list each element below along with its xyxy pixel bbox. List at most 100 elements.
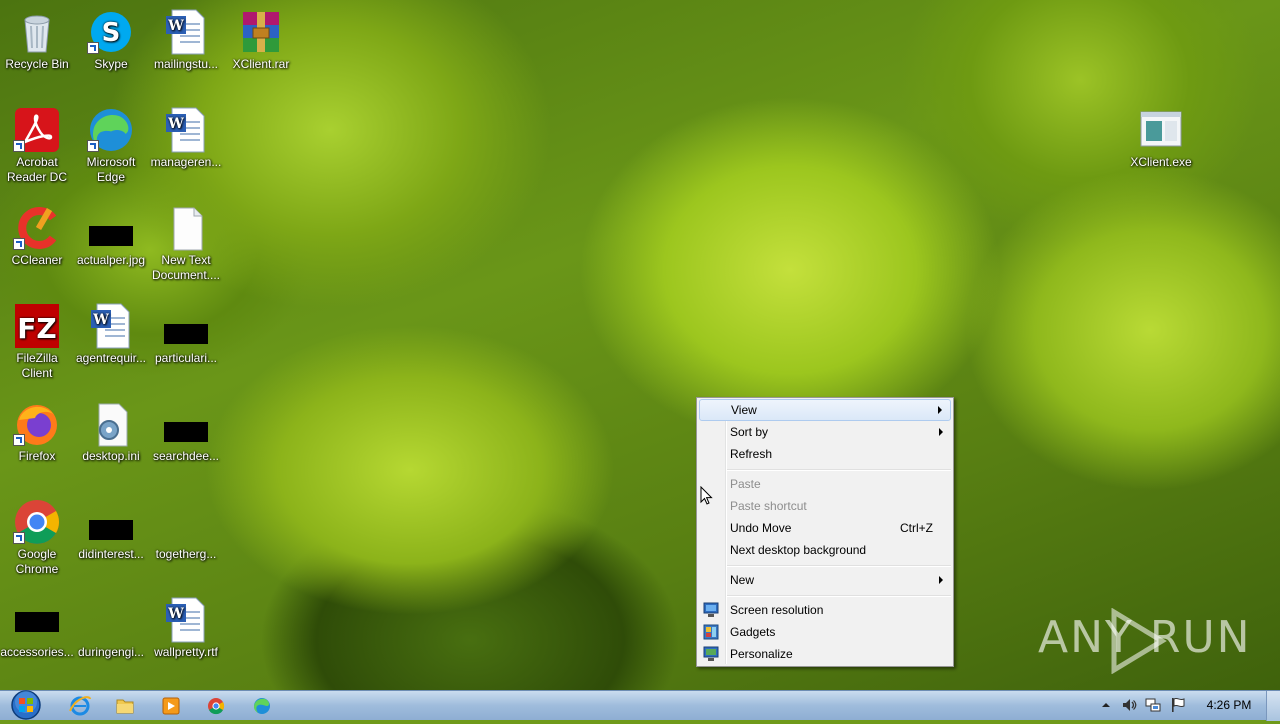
start-button[interactable] <box>4 689 48 721</box>
icon-label: Acrobat Reader DC <box>6 155 68 184</box>
monitor-icon <box>703 602 719 618</box>
menu-item-paste[interactable]: Paste <box>699 473 951 495</box>
icon-label: actualper.jpg <box>76 253 146 267</box>
svg-text:W: W <box>167 18 184 34</box>
desktop-icon-accessories[interactable]: accessories... <box>0 596 75 660</box>
acrobat-reader-icon <box>13 106 61 154</box>
desktop-icon-agentrequir[interactable]: W agentrequir... <box>73 302 149 366</box>
desktop-icon-recycle-bin[interactable]: Recycle Bin <box>0 8 75 72</box>
taskbar-edge[interactable] <box>242 693 282 719</box>
menu-item-label: Sort by <box>730 425 769 439</box>
desktop-icon-manageren[interactable]: W manageren... <box>148 106 224 170</box>
image-file-icon <box>13 596 61 644</box>
svg-text:W: W <box>92 312 109 328</box>
word-document-icon: W <box>87 302 135 350</box>
network-icon <box>1145 698 1161 712</box>
icon-label: Google Chrome <box>15 547 59 576</box>
desktop-icon-chrome[interactable]: Google Chrome <box>0 498 75 577</box>
skype-icon: S <box>87 8 135 56</box>
icon-label: desktop.ini <box>82 449 140 463</box>
menu-item-undo-move[interactable]: Undo Move Ctrl+Z <box>699 517 951 539</box>
desktop-icon-actualper[interactable]: actualper.jpg <box>73 204 149 268</box>
menu-item-paste-shortcut[interactable]: Paste shortcut <box>699 495 951 517</box>
icon-label: mailingstu... <box>153 57 219 71</box>
menu-item-sort-by[interactable]: Sort by <box>699 421 951 443</box>
desktop-icon-searchdee[interactable]: searchdee... <box>148 400 224 464</box>
desktop-icon-togetherg[interactable]: togetherg... <box>148 498 224 562</box>
shortcut-arrow-icon <box>87 42 99 54</box>
gadgets-icon <box>703 624 719 640</box>
shortcut-arrow-icon <box>13 238 25 250</box>
svg-text:W: W <box>167 116 184 132</box>
icon-label: Recycle Bin <box>5 57 69 71</box>
icon-label: XClient.rar <box>232 57 290 71</box>
menu-separator <box>727 565 951 567</box>
edge-icon <box>254 698 270 714</box>
desktop-icon-didinterest[interactable]: didinterest... <box>73 498 149 562</box>
taskbar-file-explorer[interactable] <box>105 693 145 719</box>
menu-item-gadgets[interactable]: Gadgets <box>699 621 951 643</box>
desktop-icon-edge[interactable]: Microsoft Edge <box>73 106 149 185</box>
icon-label: manageren... <box>150 155 222 169</box>
word-document-icon: W <box>162 8 210 56</box>
desktop-icon-xclient-exe[interactable]: XClient.exe <box>1123 106 1199 170</box>
tray-network[interactable] <box>1145 697 1161 713</box>
icon-label: Firefox <box>18 449 56 463</box>
desktop-icon-skype[interactable]: S Skype <box>73 8 149 72</box>
application-exe-icon <box>1137 106 1185 154</box>
desktop-icon-acrobat[interactable]: Acrobat Reader DC <box>0 106 75 185</box>
tray-action-center[interactable] <box>1170 697 1186 713</box>
image-file-icon <box>162 400 210 448</box>
show-desktop-button[interactable] <box>1266 691 1280 721</box>
taskbar-chrome[interactable] <box>196 693 236 719</box>
icon-label: Skype <box>94 57 128 71</box>
icon-label: FileZilla Client <box>16 351 58 380</box>
ccleaner-icon <box>13 204 61 252</box>
desktop-icon-xclient-rar[interactable]: XClient.rar <box>223 8 299 72</box>
taskbar-media-player[interactable] <box>151 693 191 719</box>
menu-item-screen-resolution[interactable]: Screen resolution <box>699 599 951 621</box>
menu-item-label: Next desktop background <box>730 543 867 557</box>
desktop-icon-ccleaner[interactable]: CCleaner <box>0 204 75 268</box>
icon-label: wallpretty.rtf <box>154 645 218 659</box>
desktop-icon-new-text-document[interactable]: New Text Document.... <box>148 204 224 283</box>
tray-show-hidden-icons[interactable] <box>1098 697 1114 713</box>
desktop-icon-particulari[interactable]: particulari... <box>148 302 224 366</box>
tray-volume[interactable] <box>1121 697 1137 713</box>
icon-label: searchdee... <box>152 449 220 463</box>
anyrun-watermark: ANY RUN <box>1038 606 1250 674</box>
desktop[interactable]: Recycle Bin Acrobat Reader DC CCleaner F… <box>0 0 1280 690</box>
menu-item-label: Gadgets <box>730 625 776 639</box>
desktop-icon-filezilla[interactable]: FZ FileZilla Client <box>0 302 75 381</box>
icon-label: particulari... <box>154 351 218 365</box>
shortcut-arrow-icon <box>13 434 25 446</box>
taskbar-internet-explorer[interactable] <box>60 693 100 719</box>
file-explorer-icon <box>116 699 134 714</box>
internet-explorer-icon <box>69 696 91 716</box>
word-document-icon: W <box>162 106 210 154</box>
media-player-icon <box>162 697 180 715</box>
icon-label: didinterest... <box>78 547 144 561</box>
menu-item-label: Screen resolution <box>730 603 824 617</box>
desktop-icon-firefox[interactable]: Firefox <box>0 400 75 464</box>
personalize-icon <box>703 646 719 662</box>
menu-item-new[interactable]: New <box>699 569 951 591</box>
filezilla-icon: FZ <box>13 302 61 350</box>
menu-item-view[interactable]: View <box>699 399 951 421</box>
desktop-icon-wallpretty[interactable]: W wallpretty.rtf <box>148 596 224 660</box>
desktop-icon-duringengi[interactable]: duringengi... <box>73 596 149 660</box>
desktop-icon-mailingstu[interactable]: W mailingstu... <box>148 8 224 72</box>
svg-text:FZ: FZ <box>17 312 56 345</box>
desktop-context-menu: View Sort by Refresh Paste Paste shortcu… <box>696 397 954 667</box>
menu-item-personalize[interactable]: Personalize <box>699 643 951 665</box>
shortcut-arrow-icon <box>13 532 25 544</box>
menu-item-refresh[interactable]: Refresh <box>699 443 951 465</box>
menu-item-label: Refresh <box>730 447 773 461</box>
menu-item-next-desktop-background[interactable]: Next desktop background <box>699 539 951 561</box>
menu-separator <box>727 595 951 597</box>
desktop-icon-desktop-ini[interactable]: desktop.ini <box>73 400 149 464</box>
flag-icon <box>1172 697 1185 712</box>
play-logo-icon <box>1111 608 1167 674</box>
menu-item-label: Personalize <box>730 647 793 661</box>
taskbar-clock[interactable]: 4:26 PM <box>1196 698 1262 712</box>
